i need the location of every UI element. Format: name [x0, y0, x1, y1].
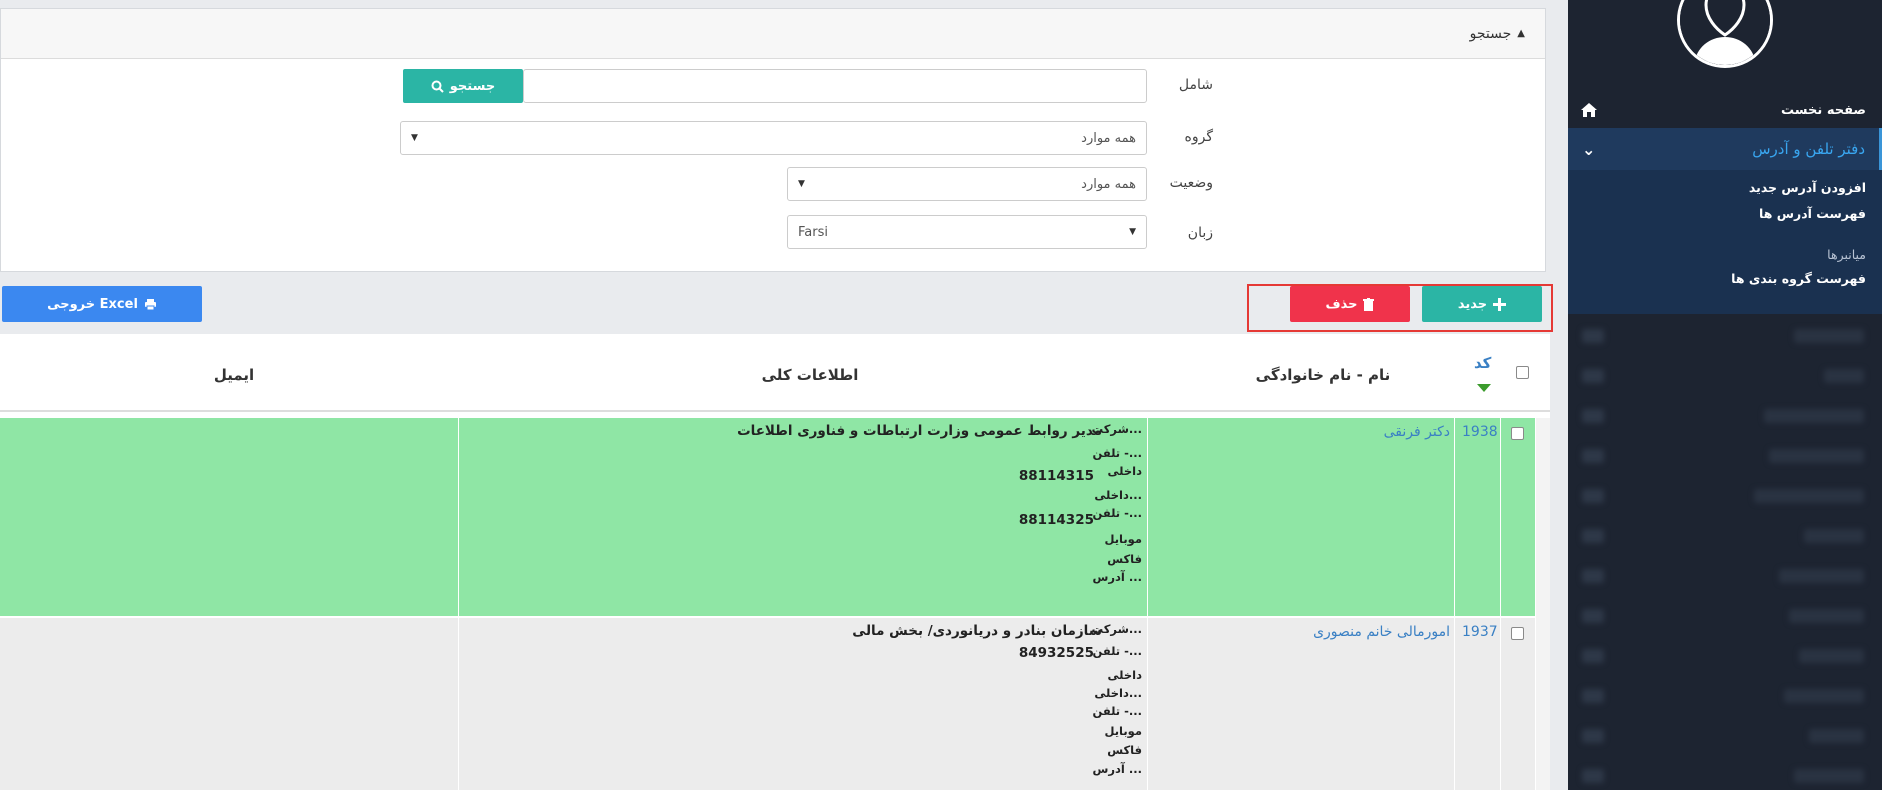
- app-window: صفحه نخست ⌄ دفتر تلفن و آدرس افزودن آدرس…: [0, 0, 1882, 790]
- language-select-value: Farsi: [798, 224, 828, 240]
- table-row[interactable]: 1938 دکتر فرنقی شرکت... مدیر روابط عمومی…: [0, 418, 1535, 616]
- phone2-value: 88114325: [1018, 512, 1094, 528]
- row-name[interactable]: دکتر فرنقی: [1384, 424, 1450, 440]
- address-label: آدرس ...: [1092, 762, 1142, 776]
- column-header-name[interactable]: نام - نام خانوادگی: [1238, 366, 1408, 384]
- export-excel-label: خروجی Excel: [47, 296, 138, 312]
- new-button[interactable]: جدید: [1422, 286, 1542, 322]
- sidebar-item-home-label: صفحه نخست: [1781, 102, 1866, 118]
- table-header: کد نام - نام خانوادگی اطلاعات کلی ایمیل: [0, 334, 1550, 412]
- sidebar-item-add-address[interactable]: افزودن آدرس جدید: [1749, 180, 1866, 195]
- dropdown-arrow-icon: ▼: [798, 179, 805, 189]
- new-button-label: جدید: [1457, 296, 1488, 312]
- mobile-label: موبایل: [1104, 532, 1142, 546]
- row-info: شرکت... مدیر روابط عمومی وزارت ارتباطات …: [458, 418, 1142, 616]
- internal2-label: داخلی...: [1094, 488, 1142, 502]
- table-row[interactable]: 1937 امورمالی خانم منصوری شرکت... سازمان…: [0, 618, 1535, 790]
- row-checkbox[interactable]: [1511, 627, 1524, 640]
- chevron-down-icon: ⌄: [1582, 139, 1596, 159]
- internal-label: داخلی: [1107, 668, 1142, 682]
- phone-value: 84932525: [1018, 645, 1094, 661]
- status-label: وضعیت: [1169, 175, 1213, 191]
- language-label: زبان: [1187, 225, 1213, 241]
- phone-value: 88114315: [1018, 468, 1094, 484]
- contains-label: شامل: [1178, 77, 1213, 93]
- search-button[interactable]: جستجو: [403, 69, 523, 103]
- column-header-code[interactable]: کد: [1474, 354, 1491, 372]
- fax-label: فاکس: [1107, 552, 1142, 566]
- contains-input[interactable]: [523, 69, 1147, 103]
- mobile-label: موبایل: [1104, 724, 1142, 738]
- phone-label: تلفن -...: [1092, 446, 1142, 460]
- group-select[interactable]: ▼ همه موارد: [400, 121, 1147, 155]
- fax-label: فاکس: [1107, 743, 1142, 757]
- address-label: آدرس ...: [1092, 570, 1142, 584]
- internal2-label: داخلی...: [1094, 686, 1142, 700]
- sidebar-item-home[interactable]: صفحه نخست: [1568, 94, 1882, 126]
- search-panel-header[interactable]: جستجو ▲: [1, 9, 1545, 59]
- sidebar-section-title: دفتر تلفن و آدرس: [1752, 140, 1865, 158]
- search-panel: جستجو ▲ شامل جستجو گروه ▼ همه موارد وضعی…: [0, 8, 1546, 272]
- sidebar-section-phonebook: ⌄ دفتر تلفن و آدرس افزودن آدرس جدید فهرس…: [1568, 128, 1882, 314]
- column-header-info: اطلاعات کلی: [761, 366, 859, 384]
- delete-button[interactable]: حذف: [1290, 286, 1410, 322]
- company-value: مدیر روابط عمومی وزارت ارتباطات و فناوری…: [737, 423, 1102, 439]
- group-label: گروه: [1184, 129, 1214, 145]
- search-icon: [431, 80, 444, 93]
- dropdown-arrow-icon: ▼: [411, 133, 418, 143]
- export-excel-button[interactable]: خروجی Excel: [2, 286, 202, 322]
- internal-label: داخلی: [1107, 464, 1142, 478]
- delete-button-label: حذف: [1325, 296, 1358, 312]
- sort-desc-icon[interactable]: [1477, 384, 1491, 392]
- group-select-value: همه موارد: [1081, 130, 1136, 146]
- sidebar-category-shortcuts: میانبرها: [1827, 247, 1866, 262]
- company-value: سازمان بنادر و دریانوردی/ بخش مالی: [852, 623, 1102, 639]
- row-code[interactable]: 1937: [1462, 624, 1498, 640]
- status-select[interactable]: ▼ همه موارد: [787, 167, 1147, 201]
- sidebar-section-toggle[interactable]: ⌄ دفتر تلفن و آدرس: [1568, 128, 1882, 170]
- row-checkbox[interactable]: [1511, 427, 1524, 440]
- language-select[interactable]: Farsi ▼: [787, 215, 1147, 249]
- dropdown-arrow-icon: ▼: [1129, 227, 1136, 237]
- phone-label: تلفن -...: [1092, 644, 1142, 658]
- row-name[interactable]: امورمالی خانم منصوری: [1313, 624, 1450, 640]
- search-button-label: جستجو: [449, 78, 496, 94]
- sidebar: صفحه نخست ⌄ دفتر تلفن و آدرس افزودن آدرس…: [1568, 0, 1882, 790]
- sidebar-item-address-list[interactable]: فهرست آدرس ها: [1759, 206, 1866, 221]
- table-scrollbar[interactable]: [1536, 418, 1550, 790]
- row-code[interactable]: 1938: [1462, 424, 1498, 440]
- search-panel-title: جستجو: [1469, 25, 1512, 42]
- user-avatar-icon[interactable]: [1677, 0, 1773, 68]
- plus-icon: [1493, 297, 1507, 311]
- trash-icon: [1363, 297, 1375, 311]
- row-info: شرکت... سازمان بنادر و دریانوردی/ بخش ما…: [458, 618, 1142, 790]
- printer-icon: [144, 298, 156, 310]
- sidebar-item-group-list[interactable]: فهرست گروه بندی ها: [1731, 271, 1866, 286]
- home-icon: [1580, 101, 1598, 119]
- column-header-email: ایمیل: [213, 366, 255, 384]
- caret-up-icon: ▲: [1517, 28, 1525, 39]
- contacts-table: کد نام - نام خانوادگی اطلاعات کلی ایمیل …: [0, 334, 1550, 790]
- phone2-label: تلفن -...: [1092, 506, 1142, 520]
- status-select-value: همه موارد: [1081, 176, 1136, 192]
- select-all-checkbox[interactable]: [1516, 366, 1529, 379]
- phone2-label: تلفن -...: [1092, 704, 1142, 718]
